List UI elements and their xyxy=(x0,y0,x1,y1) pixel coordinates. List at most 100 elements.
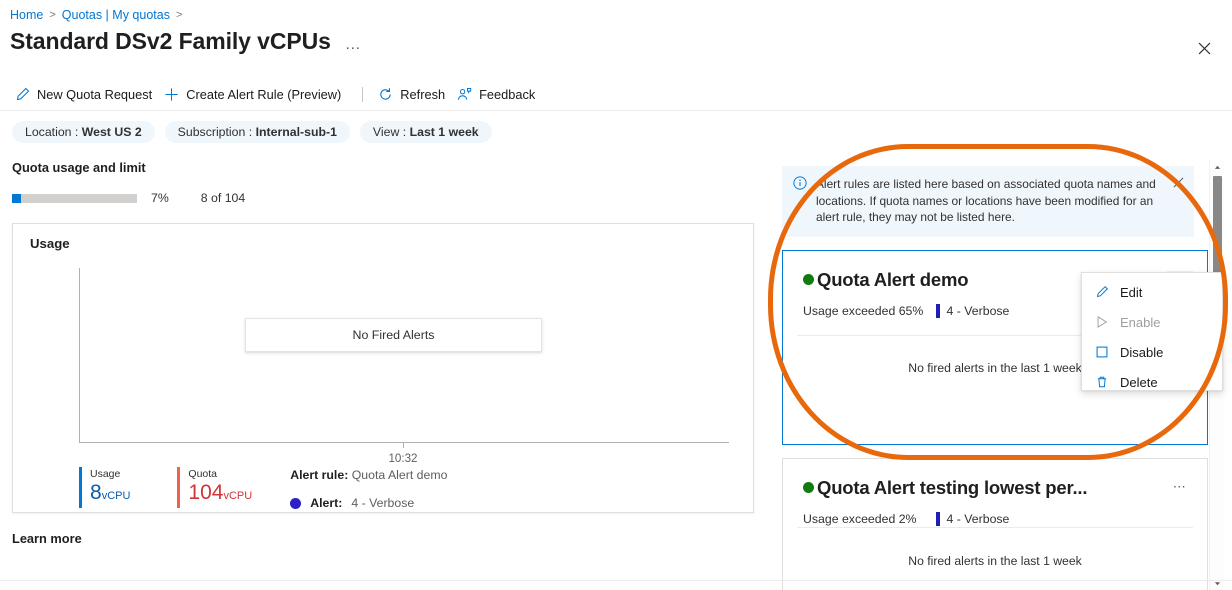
context-menu-item-delete[interactable]: Delete xyxy=(1082,367,1222,397)
legend-quota-metric: Quota 104vCPU xyxy=(177,467,252,508)
play-icon xyxy=(1094,314,1110,330)
severity-bar-icon xyxy=(936,303,940,318)
status-ok-dot-icon xyxy=(803,482,814,493)
alert-rule-name-1: Quota Alert demo xyxy=(817,268,969,290)
feedback-icon xyxy=(456,86,472,102)
breadcrumb-home[interactable]: Home xyxy=(10,8,43,22)
info-banner-text: Alert rules are listed here based on ass… xyxy=(816,177,1156,224)
context-menu-item-enable: Enable xyxy=(1082,307,1222,337)
alert-rule-condition-1: Usage exceeded 65% xyxy=(803,303,924,318)
legend-alert-rule-label: Alert rule: xyxy=(290,468,349,482)
square-icon xyxy=(1094,344,1110,360)
alert-rule-severity-1: 4 - Verbose xyxy=(946,303,1010,318)
quota-percent-label: 7% xyxy=(151,191,169,205)
filter-view-label: View : xyxy=(372,125,407,139)
legend-usage-name: Usage xyxy=(90,468,121,480)
quota-progress-fill xyxy=(12,193,21,203)
usage-chart-plot[interactable]: 10:32 No Fired Alerts xyxy=(79,268,729,465)
legend-usage-value: 8vCPU xyxy=(90,481,130,508)
no-fired-alerts-box: No Fired Alerts xyxy=(245,318,542,352)
legend-alert-rule-row: Alert rule: Quota Alert demo xyxy=(290,468,447,482)
quota-usage-heading: Quota usage and limit xyxy=(12,160,146,175)
create-alert-rule-label: Create Alert Rule (Preview) xyxy=(186,86,342,102)
close-icon xyxy=(1198,42,1210,54)
breadcrumb: Home > Quotas | My quotas > xyxy=(10,8,182,22)
filter-pill-view[interactable]: View : Last 1 week xyxy=(359,121,492,143)
bottom-divider xyxy=(0,580,1232,581)
status-ok-dot-icon xyxy=(803,274,814,285)
usage-chart-legend: Usage 8vCPU Quota 104vCPU Alert rule: Qu… xyxy=(79,467,447,510)
scrollbar-up-button[interactable] xyxy=(1210,160,1225,174)
page-title: Standard DSv2 Family vCPUs xyxy=(10,28,331,54)
breadcrumb-quotas[interactable]: Quotas | My quotas xyxy=(62,8,170,22)
filter-location-value: West US 2 xyxy=(81,125,142,139)
alert-rule-card-2[interactable]: Quota Alert testing lowest per... ⋯ Usag… xyxy=(782,457,1208,590)
legend-quota-value: 104vCPU xyxy=(188,481,252,508)
azure-quota-blade: Home > Quotas | My quotas > Standard DSv… xyxy=(0,0,1232,590)
refresh-label: Refresh xyxy=(400,86,446,102)
filter-pill-location[interactable]: Location : West US 2 xyxy=(12,121,155,143)
filter-pills: Location : West US 2 Subscription : Inte… xyxy=(12,121,492,143)
filter-location-label: Location : xyxy=(25,125,79,139)
legend-alert-rule-value: Quota Alert demo xyxy=(351,468,448,482)
close-icon xyxy=(1173,177,1184,188)
alert-severity-dot-icon xyxy=(290,497,302,509)
refresh-button[interactable]: Refresh xyxy=(375,83,454,105)
legend-alert-sev-label: Alert: xyxy=(310,496,343,510)
trash-icon xyxy=(1094,374,1110,390)
quota-of-label: 8 of 104 xyxy=(200,191,246,205)
filter-subscription-label: Subscription : xyxy=(177,125,253,139)
alert-rule-context-menu: Edit Enable Disable Delete xyxy=(1081,272,1223,391)
legend-usage-unit: vCPU xyxy=(101,490,131,502)
refresh-icon xyxy=(377,86,393,102)
legend-usage-number: 8 xyxy=(90,481,102,504)
legend-alert-info: Alert rule: Quota Alert demo Alert: 4 - … xyxy=(290,467,447,510)
chart-y-axis xyxy=(79,268,80,443)
new-quota-request-label: New Quota Request xyxy=(37,86,153,102)
legend-alert-severity-row: Alert: 4 - Verbose xyxy=(290,496,447,510)
legend-quota-name: Quota xyxy=(188,468,218,480)
scrollbar-down-button[interactable] xyxy=(1210,576,1225,590)
breadcrumb-separator-1: > xyxy=(49,9,56,21)
context-menu-label-delete: Delete xyxy=(1120,374,1158,390)
breadcrumb-separator-2: > xyxy=(175,9,183,21)
context-menu-label-disable: Disable xyxy=(1120,344,1164,360)
legend-usage-color-bar xyxy=(79,467,82,508)
info-banner-close-button[interactable] xyxy=(1173,176,1184,193)
alert-rule-severity-2: 4 - Verbose xyxy=(946,511,1010,526)
command-bar-divider xyxy=(362,86,364,102)
scrollbar-thumb[interactable] xyxy=(1213,176,1222,284)
filter-subscription-value: Internal-sub-1 xyxy=(255,125,337,139)
feedback-label: Feedback xyxy=(479,86,536,102)
new-quota-request-button[interactable]: New Quota Request xyxy=(12,83,161,105)
alert-rule-divider-2 xyxy=(797,526,1193,528)
alert-rule-name-2: Quota Alert testing lowest per... xyxy=(817,476,1088,498)
pencil-icon xyxy=(14,86,30,102)
learn-more-link[interactable]: Learn more xyxy=(12,531,762,546)
legend-quota-number: 104 xyxy=(188,481,224,504)
alert-rule-subrow-2: Usage exceeded 2% 4 - Verbose xyxy=(803,511,1187,526)
context-menu-item-disable[interactable]: Disable xyxy=(1082,337,1222,367)
title-row: Standard DSv2 Family vCPUs … xyxy=(10,28,362,55)
pencil-icon xyxy=(1094,284,1110,300)
filter-pill-subscription[interactable]: Subscription : Internal-sub-1 xyxy=(164,121,350,143)
page-title-more-button[interactable]: … xyxy=(345,36,362,54)
context-menu-label-enable: Enable xyxy=(1120,314,1161,330)
create-alert-rule-button[interactable]: Create Alert Rule (Preview) xyxy=(161,83,350,105)
quota-progress-bar xyxy=(12,193,137,203)
command-bar: New Quota Request Create Alert Rule (Pre… xyxy=(12,82,1232,106)
legend-quota-unit: vCPU xyxy=(223,490,253,502)
severity-bar-icon xyxy=(936,511,940,526)
plus-icon xyxy=(163,86,179,102)
usage-card-title: Usage xyxy=(30,236,70,251)
feedback-button[interactable]: Feedback xyxy=(454,83,544,105)
alert-rule-empty-text-2: No fired alerts in the last 1 week xyxy=(908,553,1082,568)
usage-chart-card: Usage 10:32 No Fired Alerts Usage 8vCPU xyxy=(12,223,754,513)
quota-usage-section: Quota usage and limit 7% 8 of 104 Usage … xyxy=(0,160,762,546)
context-menu-label-edit: Edit xyxy=(1120,284,1143,300)
context-menu-item-edit[interactable]: Edit xyxy=(1082,277,1222,307)
alert-rule-more-button-2[interactable]: ⋯ xyxy=(1167,479,1193,496)
alert-rule-header-2: Quota Alert testing lowest per... xyxy=(803,477,1187,499)
filter-view-value: Last 1 week xyxy=(409,125,479,139)
close-blade-button[interactable] xyxy=(1190,34,1218,62)
